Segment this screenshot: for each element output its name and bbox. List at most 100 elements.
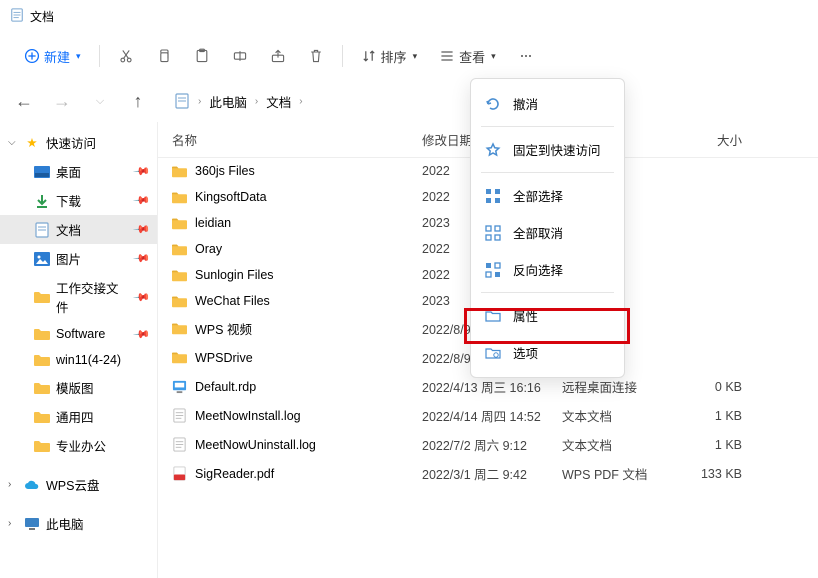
- title-bar: 文档: [0, 0, 818, 32]
- chevron-right-icon: ›: [198, 96, 201, 107]
- file-row[interactable]: MeetNowUninstall.log2022/7/2 周六 9:12文本文档…: [158, 430, 818, 459]
- ctx-invert-selection[interactable]: 反向选择: [471, 251, 624, 288]
- chevron-down-icon: ▾: [76, 51, 81, 62]
- item-icon: [34, 193, 50, 209]
- ctx-select-none[interactable]: 全部取消: [471, 214, 624, 251]
- file-icon: [172, 321, 187, 337]
- chevron-right-icon: ›: [255, 96, 258, 107]
- sidebar: ⌵ ★ 快速访问 桌面📌下载📌文档📌图片📌工作交接文件📌Software📌win…: [0, 122, 158, 578]
- file-row[interactable]: MeetNowInstall.log2022/4/14 周四 14:52文本文档…: [158, 401, 818, 430]
- sidebar-item[interactable]: win11(4-24): [0, 347, 157, 373]
- delete-button[interactable]: [300, 42, 332, 70]
- sidebar-item-label: 此电脑: [46, 514, 84, 533]
- item-icon: [34, 289, 50, 305]
- file-icon: [172, 241, 187, 257]
- ctx-options[interactable]: 选项: [471, 334, 624, 371]
- file-name: MeetNowInstall.log: [195, 409, 301, 423]
- chevron-down-icon: ⌵: [8, 137, 18, 148]
- sidebar-item[interactable]: 通用四: [0, 402, 157, 431]
- chevron-right-icon: ›: [8, 479, 18, 490]
- forward-button[interactable]: →: [52, 91, 72, 112]
- item-icon: [34, 164, 50, 180]
- ctx-select-all[interactable]: 全部选择: [471, 177, 624, 214]
- ctx-undo[interactable]: 撤消: [471, 85, 624, 122]
- breadcrumb[interactable]: › 此电脑 › 文档 ›: [174, 92, 303, 111]
- pin-icon: 📌: [133, 288, 152, 307]
- file-icon: [172, 293, 187, 309]
- new-button[interactable]: 新建 ▾: [16, 41, 89, 72]
- cloud-icon: [24, 477, 40, 493]
- sidebar-item-label: 桌面: [56, 162, 81, 181]
- sidebar-item[interactable]: 桌面📌: [0, 157, 157, 186]
- sidebar-item[interactable]: 图片📌: [0, 244, 157, 273]
- folder-gear-icon: [485, 345, 501, 361]
- select-none-icon: [485, 225, 501, 241]
- recent-dropdown-icon[interactable]: ⌵: [90, 95, 110, 108]
- sidebar-item-label: 模版图: [56, 378, 94, 397]
- file-name: WPS 视频: [195, 319, 252, 338]
- ctx-label: 撤消: [513, 94, 538, 113]
- pc-icon: [24, 516, 40, 532]
- select-all-icon: [485, 188, 501, 204]
- chevron-right-icon: ›: [299, 96, 302, 107]
- header-name[interactable]: 名称: [172, 130, 422, 149]
- copy-button[interactable]: [148, 42, 180, 70]
- file-row[interactable]: SigReader.pdf2022/3/1 周二 9:42WPS PDF 文档1…: [158, 459, 818, 488]
- file-icon: [172, 437, 187, 453]
- chevron-down-icon: ▾: [491, 51, 496, 62]
- ctx-pin-quick-access[interactable]: 固定到快速访问: [471, 131, 624, 168]
- invert-selection-icon: [485, 262, 501, 278]
- sidebar-item-label: win11(4-24): [56, 353, 121, 367]
- file-name: WPSDrive: [195, 351, 253, 365]
- sidebar-item-label: Software: [56, 327, 105, 341]
- file-size: 0 KB: [672, 380, 742, 394]
- sidebar-item[interactable]: Software 📌: [0, 321, 157, 347]
- sidebar-item[interactable]: 工作交接文件📌: [0, 273, 157, 321]
- sidebar-this-pc[interactable]: › 此电脑: [0, 509, 157, 538]
- cut-button[interactable]: [110, 42, 142, 70]
- rename-button[interactable]: [224, 42, 256, 70]
- file-size: 1 KB: [672, 409, 742, 423]
- view-button[interactable]: 查看 ▾: [431, 41, 504, 72]
- item-icon: [34, 409, 50, 425]
- header-size[interactable]: 大小: [672, 130, 742, 149]
- file-name: SigReader.pdf: [195, 467, 274, 481]
- ctx-label: 属性: [513, 306, 538, 325]
- context-menu: 撤消 固定到快速访问 全部选择 全部取消 反向选择 属性 选项: [470, 78, 625, 378]
- breadcrumb-docs[interactable]: 文档: [266, 92, 291, 111]
- ctx-label: 反向选择: [513, 260, 563, 279]
- separator: [342, 45, 343, 67]
- more-button[interactable]: [510, 42, 542, 70]
- pin-icon: 📌: [133, 220, 152, 239]
- file-icon: [172, 163, 187, 179]
- file-name: MeetNowUninstall.log: [195, 438, 316, 452]
- sidebar-item[interactable]: 下载📌: [0, 186, 157, 215]
- sidebar-item-label: 文档: [56, 220, 81, 239]
- back-button[interactable]: ←: [14, 91, 34, 112]
- file-size: 133 KB: [672, 467, 742, 481]
- sidebar-quick-access[interactable]: ⌵ ★ 快速访问: [0, 128, 157, 157]
- paste-button[interactable]: [186, 42, 218, 70]
- sidebar-wps-cloud[interactable]: › WPS云盘: [0, 470, 157, 499]
- ctx-label: 选项: [513, 343, 538, 362]
- separator: [481, 126, 614, 127]
- pin-icon: 📌: [133, 325, 152, 344]
- toolbar: 新建 ▾ 排序 ▾ 查看 ▾: [0, 32, 818, 80]
- window-title: 文档: [30, 8, 54, 25]
- sidebar-item[interactable]: 文档 📌: [0, 215, 157, 244]
- breadcrumb-thispc[interactable]: 此电脑: [209, 92, 247, 111]
- sidebar-item[interactable]: 专业办公: [0, 431, 157, 460]
- file-icon: [172, 267, 187, 283]
- file-name: Default.rdp: [195, 380, 256, 394]
- file-name: Sunlogin Files: [195, 268, 274, 282]
- file-name: Oray: [195, 242, 222, 256]
- share-button[interactable]: [262, 42, 294, 70]
- ctx-properties[interactable]: 属性: [471, 297, 624, 334]
- item-icon: [34, 222, 50, 238]
- sidebar-item[interactable]: 模版图: [0, 373, 157, 402]
- file-name: KingsoftData: [195, 190, 267, 204]
- file-icon: [172, 466, 187, 482]
- up-button[interactable]: ↑: [128, 91, 148, 112]
- sort-button[interactable]: 排序 ▾: [353, 41, 426, 72]
- undo-icon: [485, 96, 501, 112]
